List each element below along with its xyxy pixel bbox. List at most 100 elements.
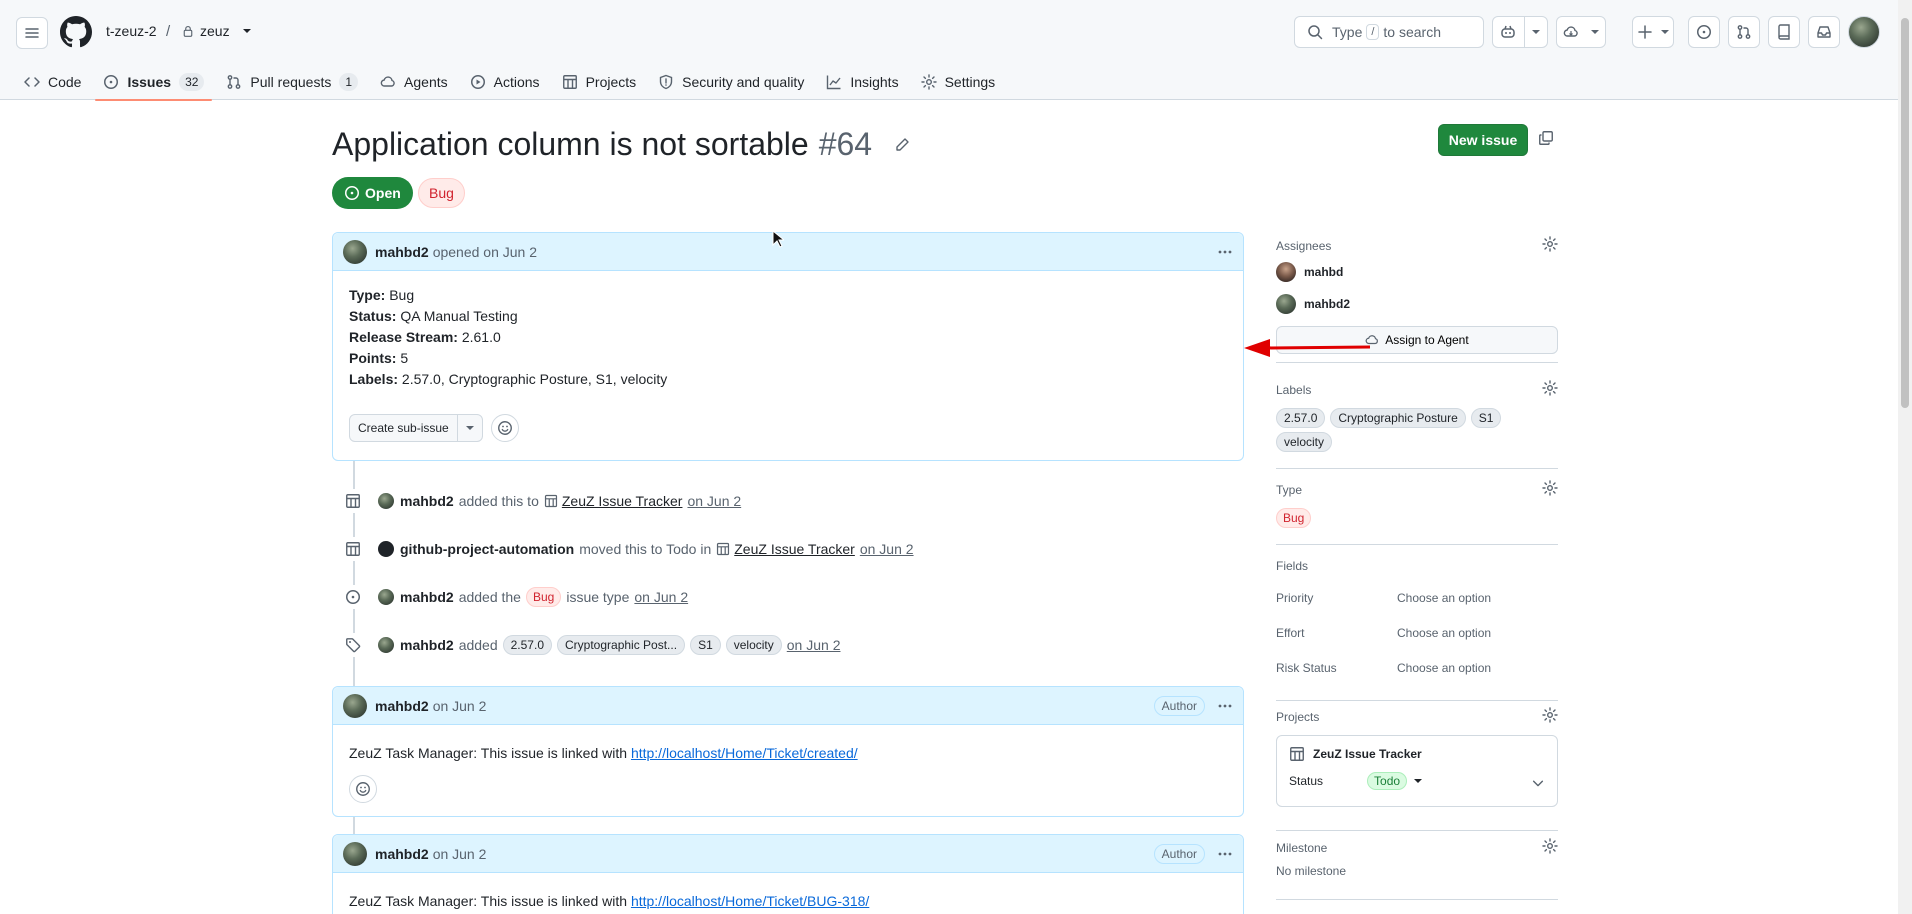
issues-header-button[interactable] — [1688, 16, 1720, 48]
label-chip[interactable]: velocity — [725, 635, 782, 655]
agents-caret-icon[interactable] — [1585, 17, 1605, 47]
label-chip[interactable]: S1 — [690, 635, 721, 655]
assignee-item[interactable]: mahbd — [1276, 256, 1558, 288]
create-sub-issue-button[interactable]: Create sub-issue — [349, 414, 483, 442]
triangle-down-icon[interactable] — [1413, 776, 1423, 786]
copilot-caret-icon[interactable] — [1523, 17, 1547, 47]
kebab-horizontal-icon[interactable] — [1217, 846, 1233, 862]
create-new-button[interactable] — [1632, 16, 1674, 48]
event-date-link[interactable]: on Jun 2 — [634, 589, 688, 605]
event-date-link[interactable]: on Jun 2 — [860, 541, 914, 557]
avatar[interactable] — [378, 637, 394, 653]
gear-icon[interactable] — [1542, 480, 1558, 496]
search-input[interactable]: Type / to search — [1294, 16, 1484, 48]
avatar[interactable] — [378, 589, 394, 605]
repo-icon — [1778, 24, 1790, 40]
label-chip[interactable]: 2.57.0 — [1276, 408, 1326, 428]
copilot-button[interactable] — [1492, 16, 1548, 48]
label-chip[interactable]: Cryptographic Posture — [1330, 408, 1466, 428]
event-date-link[interactable]: on Jun 2 — [787, 637, 841, 653]
ticket-link[interactable]: http://localhost/Home/Ticket/created/ — [631, 745, 858, 761]
author-link[interactable]: mahbd2 — [375, 846, 429, 862]
inbox-icon — [1817, 26, 1831, 38]
author-link[interactable]: mahbd2 — [375, 244, 429, 260]
tab-issues[interactable]: Issues 32 — [95, 64, 213, 101]
pencil-icon[interactable] — [894, 137, 910, 153]
avatar[interactable] — [343, 693, 367, 718]
user-avatar[interactable] — [1848, 16, 1880, 48]
kebab-horizontal-icon[interactable] — [1217, 698, 1233, 714]
timeline-event-moved-todo: github-project-automation moved this to … — [332, 537, 914, 561]
chevron-down-icon[interactable] — [1531, 776, 1545, 790]
event-date-link[interactable]: on Jun 2 — [687, 493, 741, 509]
label-chip[interactable]: 2.57.0 — [502, 635, 552, 655]
event-user-link[interactable]: mahbd2 — [400, 589, 454, 605]
smiley-icon[interactable] — [349, 775, 377, 803]
copilot-icon[interactable] — [1493, 17, 1524, 47]
tab-actions[interactable]: Actions — [462, 64, 548, 100]
avatar[interactable] — [378, 493, 394, 509]
label-chip[interactable]: S1 — [1470, 408, 1502, 428]
agents-header-button[interactable] — [1556, 16, 1606, 48]
type-chip[interactable]: Bug — [1276, 508, 1312, 528]
plus-icon[interactable] — [1633, 17, 1658, 47]
tab-projects[interactable]: Projects — [554, 64, 645, 100]
copy-icon[interactable] — [1538, 130, 1554, 146]
cloud-icon[interactable] — [1557, 17, 1585, 47]
smiley-icon[interactable] — [490, 414, 519, 442]
issue-type-badge[interactable]: Bug — [418, 178, 465, 208]
event-user-link[interactable]: mahbd2 — [400, 493, 454, 509]
github-logo-icon[interactable] — [60, 16, 92, 48]
author-link[interactable]: mahbd2 — [375, 698, 429, 714]
project-link[interactable]: ZeuZ Issue Tracker — [716, 541, 855, 557]
tab-agents[interactable]: Agents — [372, 64, 456, 100]
field-risk-status[interactable]: Risk Status Choose an option — [1276, 650, 1558, 685]
label-chip[interactable]: velocity — [1276, 432, 1333, 452]
event-user-link[interactable]: github-project-automation — [400, 541, 574, 557]
type-chip[interactable]: Bug — [525, 587, 562, 607]
tab-settings[interactable]: Settings — [913, 64, 1004, 100]
gear-icon[interactable] — [1542, 838, 1558, 854]
new-issue-button[interactable]: New issue — [1438, 124, 1528, 156]
event-user-link[interactable]: mahbd2 — [400, 637, 454, 653]
create-sub-issue-label[interactable]: Create sub-issue — [350, 415, 457, 441]
triangle-down-icon[interactable] — [456, 415, 482, 441]
menu-button[interactable] — [16, 17, 48, 49]
mouse-cursor-icon — [772, 230, 784, 248]
tab-security[interactable]: Security and quality — [650, 64, 812, 100]
avatar[interactable] — [343, 841, 367, 866]
gear-icon[interactable] — [1542, 380, 1558, 396]
ticket-link[interactable]: http://localhost/Home/Ticket/BUG-318/ — [631, 893, 869, 909]
avatar[interactable] — [343, 239, 367, 264]
assignee-item[interactable]: mahbd2 — [1276, 288, 1558, 320]
tab-insights[interactable]: Insights — [818, 64, 906, 100]
field-priority[interactable]: Priority Choose an option — [1276, 580, 1558, 615]
field-value[interactable]: Choose an option — [1397, 591, 1491, 605]
gear-icon[interactable] — [1542, 707, 1558, 723]
comment-date-link[interactable]: on Jun 2 — [433, 698, 487, 714]
tab-code[interactable]: Code — [16, 64, 89, 100]
field-value[interactable]: Choose an option — [1397, 661, 1491, 675]
pull-requests-header-button[interactable] — [1728, 16, 1760, 48]
field-effort[interactable]: Effort Choose an option — [1276, 615, 1558, 650]
tab-pull-requests[interactable]: Pull requests 1 — [218, 64, 366, 100]
create-caret-icon[interactable] — [1658, 17, 1673, 47]
breadcrumb-owner[interactable]: t-zeuz-2 — [106, 23, 157, 39]
label-chip[interactable]: Cryptographic Post... — [557, 635, 686, 655]
inbox-header-button[interactable] — [1808, 16, 1840, 48]
issue-body: mahbd2 opened on Jun 2 Type: Bug Status:… — [332, 232, 1244, 461]
repositories-header-button[interactable] — [1768, 16, 1800, 48]
project-link[interactable]: ZeuZ Issue Tracker — [1289, 746, 1545, 762]
comment-date-link[interactable]: on Jun 2 — [433, 846, 487, 862]
breadcrumb-repo[interactable]: zeuz — [182, 23, 258, 39]
caret-down-icon[interactable] — [242, 26, 252, 36]
git-pull-request-icon — [228, 75, 241, 89]
field-value[interactable]: Choose an option — [1397, 626, 1491, 640]
kebab-horizontal-icon[interactable] — [1217, 244, 1233, 260]
gear-icon[interactable] — [1542, 236, 1558, 252]
github-bot-avatar[interactable] — [378, 541, 394, 557]
issue-title-text: Application column is not sortable — [332, 126, 809, 162]
project-link[interactable]: ZeuZ Issue Tracker — [544, 493, 682, 509]
scrollbar-thumb[interactable] — [1901, 18, 1909, 408]
project-status-badge[interactable]: Todo — [1367, 772, 1408, 790]
